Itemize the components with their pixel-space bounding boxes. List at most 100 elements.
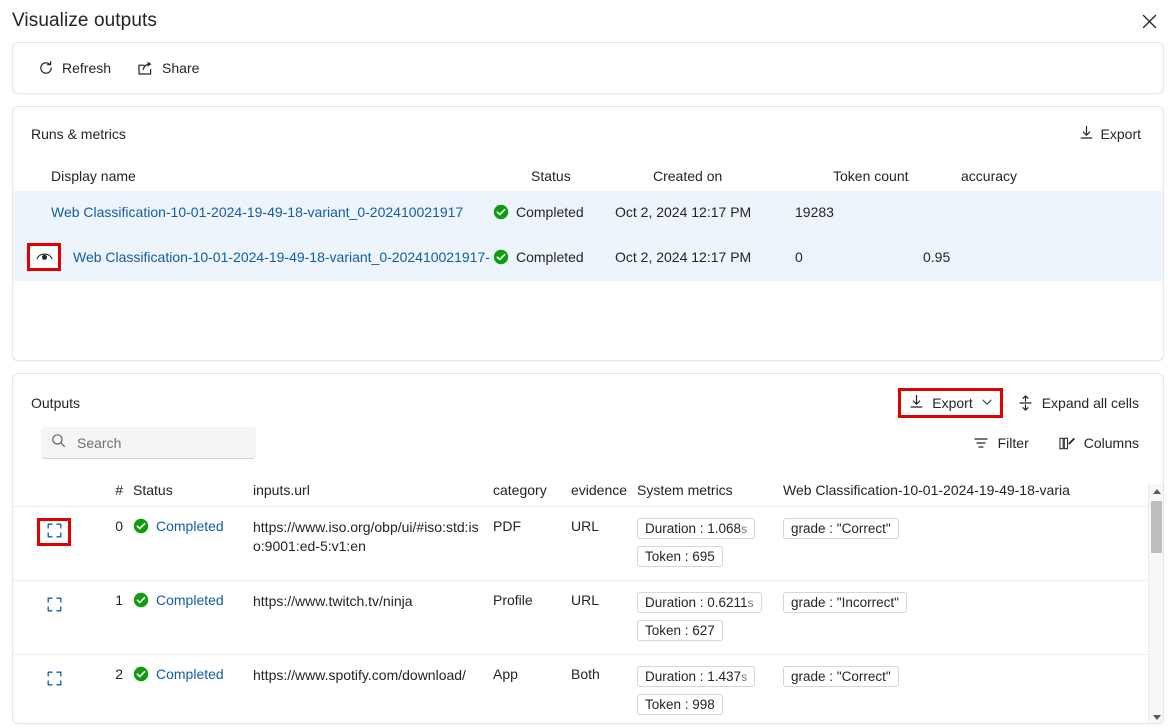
filter-label: Filter (998, 435, 1029, 451)
view-run-outputs-button[interactable] (27, 243, 61, 271)
close-button[interactable] (1134, 6, 1164, 36)
filter-button[interactable]: Filter (963, 427, 1039, 459)
columns-button[interactable]: Columns (1049, 427, 1149, 459)
created-on-value: Oct 2, 2024 12:17 PM (615, 249, 795, 265)
duration-chip: Duration : 1.068s (637, 518, 755, 539)
duration-chip: Duration : 1.437s (637, 666, 755, 687)
refresh-button[interactable]: Refresh (27, 52, 121, 84)
runs-col-created-on: Created on (653, 168, 833, 184)
search-input[interactable] (75, 434, 246, 452)
expand-cell-button[interactable] (37, 592, 71, 620)
vertical-scrollbar[interactable] (1148, 484, 1163, 724)
expand-corners-icon (47, 523, 62, 541)
outputs-right-tools: Filter Columns (963, 427, 1149, 459)
filter-icon (973, 435, 990, 452)
outputs-col-evidence: evidence (571, 482, 637, 498)
status-badge: Completed (493, 204, 615, 220)
duration-unit: s (741, 522, 747, 536)
token-count-value: 19283 (795, 204, 923, 220)
runs-col-status: Status (531, 168, 653, 184)
checkmark-circle-icon (133, 518, 149, 534)
status-label: Completed (516, 204, 584, 220)
table-row[interactable]: 2 Completed https://www.spotify.com/down… (13, 655, 1163, 724)
row-index: 1 (87, 592, 133, 608)
status-label: Completed (156, 518, 224, 534)
outputs-section-header: Outputs Export (13, 374, 1163, 419)
outputs-toolbar: Export Expand all cells (898, 387, 1149, 419)
expand-cell-button[interactable] (37, 666, 71, 694)
status-badge: Completed (133, 518, 253, 534)
chevron-down-icon (982, 398, 992, 409)
download-icon (1079, 125, 1094, 143)
evidence-value: Both (571, 666, 637, 682)
checkmark-circle-icon (493, 249, 509, 265)
outputs-col-web-classification: Web Classification-10-01-2024-19-49-18-v… (783, 482, 1083, 498)
scrollbar-thumb[interactable] (1151, 501, 1162, 553)
duration-label: Duration : 1.068 (645, 521, 741, 536)
command-bar: Refresh Share (12, 42, 1164, 94)
evidence-value: URL (571, 592, 637, 608)
search-icon (51, 433, 66, 453)
row-index: 2 (87, 666, 133, 682)
runs-col-display-name: Display name (51, 168, 531, 184)
scroll-up-button[interactable] (1149, 484, 1164, 499)
runs-section-header: Runs & metrics Export (13, 107, 1163, 147)
accuracy-value: 0.95 (923, 249, 1043, 265)
close-icon (1142, 14, 1157, 29)
outputs-table: # Status inputs.url category evidence Sy… (13, 473, 1163, 724)
checkmark-circle-icon (133, 592, 149, 608)
runs-export-label: Export (1101, 126, 1141, 142)
outputs-section-title: Outputs (31, 395, 80, 411)
refresh-icon (37, 60, 54, 77)
duration-unit: s (748, 596, 754, 610)
search-box[interactable] (41, 427, 256, 459)
grade-chip: grade : "Correct" (783, 518, 899, 539)
inputs-url-value: https://www.iso.org/obp/ui/#iso:std:iso:… (253, 519, 479, 554)
expand-corners-icon (47, 671, 62, 689)
outputs-col-index: # (87, 482, 133, 498)
outputs-export-label: Export (932, 395, 972, 411)
outputs-export-button[interactable]: Export (898, 388, 1002, 418)
columns-label: Columns (1084, 435, 1139, 451)
outputs-col-system-metrics: System metrics (637, 482, 783, 498)
runs-export-button[interactable]: Export (1073, 121, 1147, 147)
share-button[interactable]: Share (127, 52, 209, 84)
outputs-table-header: # Status inputs.url category evidence Sy… (13, 473, 1163, 507)
outputs-col-category: category (493, 482, 571, 498)
refresh-label: Refresh (62, 60, 111, 76)
table-row[interactable]: Web Classification-10-01-2024-19-49-18-v… (13, 191, 1163, 233)
status-label: Completed (156, 592, 224, 608)
duration-label: Duration : 1.437 (645, 669, 741, 684)
table-row[interactable]: Web Classification-10-01-2024-19-49-18-v… (13, 233, 1163, 281)
expand-all-cells-button[interactable]: Expand all cells (1007, 387, 1149, 419)
runs-table: Display name Status Created on Token cou… (13, 161, 1163, 281)
table-row[interactable]: 1 Completed https://www.twitch.tv/ninja … (13, 581, 1163, 655)
runs-col-token-count: Token count (833, 168, 961, 184)
status-label: Completed (516, 249, 584, 265)
outputs-filter-bar: Filter Columns (13, 419, 1163, 459)
row-index: 0 (87, 518, 133, 534)
download-icon (909, 394, 924, 412)
duration-unit: s (741, 670, 747, 684)
triangle-down-icon (1153, 715, 1161, 720)
runs-table-body: Web Classification-10-01-2024-19-49-18-v… (13, 191, 1163, 281)
expand-vertical-icon (1017, 395, 1034, 412)
category-value: PDF (493, 518, 571, 534)
expand-cell-button[interactable] (37, 518, 71, 546)
category-value: App (493, 666, 571, 682)
scroll-down-button[interactable] (1149, 710, 1164, 724)
table-row[interactable]: 0 Completed https://www.iso.org/obp/ui/#… (13, 507, 1163, 581)
checkmark-circle-icon (493, 204, 509, 220)
expand-all-cells-label: Expand all cells (1042, 395, 1139, 411)
run-name-link[interactable]: Web Classification-10-01-2024-19-49-18-v… (73, 249, 490, 265)
evidence-value: URL (571, 518, 637, 534)
token-chip: Token : 627 (637, 620, 723, 641)
status-badge: Completed (133, 592, 253, 608)
status-label: Completed (156, 666, 224, 682)
runs-section-title: Runs & metrics (31, 126, 126, 142)
runs-table-header: Display name Status Created on Token cou… (13, 161, 1163, 191)
run-name-link[interactable]: Web Classification-10-01-2024-19-49-18-v… (13, 204, 463, 220)
outputs-col-inputs-url: inputs.url (253, 482, 493, 498)
duration-label: Duration : 0.6211 (645, 595, 748, 610)
columns-edit-icon (1059, 435, 1076, 452)
